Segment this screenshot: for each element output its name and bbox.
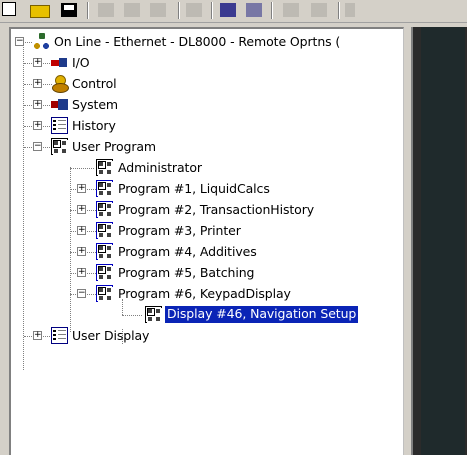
- tree-item-io[interactable]: + I/O: [11, 53, 391, 73]
- search-icon[interactable]: [283, 3, 299, 17]
- download-icon[interactable]: [220, 3, 236, 17]
- control-icon: [51, 75, 69, 93]
- search-next-icon[interactable]: [311, 3, 327, 17]
- toolbar-separator: [211, 2, 213, 19]
- network-icon: [33, 33, 50, 50]
- editor-pane-content: [421, 27, 465, 455]
- program-icon: [96, 201, 113, 218]
- program-icon: [145, 306, 162, 323]
- tree-item-label: System: [72, 97, 119, 112]
- expand-icon[interactable]: +: [77, 205, 86, 214]
- tree-item-label: Program #3, Printer: [118, 223, 241, 238]
- program-icon: [96, 243, 113, 260]
- tree-item-program-3[interactable]: + Program #3, Printer: [11, 221, 391, 241]
- program-icon: [96, 180, 113, 197]
- paste-icon[interactable]: [150, 3, 166, 17]
- copy-icon[interactable]: [124, 3, 140, 17]
- tree-root-label: On Line - Ethernet - DL8000 - Remote Opr…: [54, 34, 341, 49]
- expand-icon[interactable]: +: [33, 331, 42, 340]
- tree-item-program-5[interactable]: + Program #5, Batching: [11, 263, 391, 283]
- expand-icon[interactable]: +: [33, 79, 42, 88]
- tree-item-program-1[interactable]: + Program #1, LiquidCalcs: [11, 179, 391, 199]
- collapse-icon[interactable]: −: [77, 289, 86, 298]
- expand-icon[interactable]: +: [77, 184, 86, 193]
- tree-guide-line: [25, 42, 32, 43]
- tree-item-label: Program #5, Batching: [118, 265, 255, 280]
- tree-item-program-4[interactable]: + Program #4, Additives: [11, 242, 391, 262]
- tree-item-label: User Display: [72, 328, 150, 343]
- tree-item-label-selected: Display #46, Navigation Setup: [165, 306, 359, 323]
- tree-guide-line: [122, 299, 123, 315]
- tree-item-program-6[interactable]: − Program #6, KeypadDisplay: [11, 284, 391, 304]
- expand-icon[interactable]: +: [33, 58, 42, 67]
- tree-item-user-program[interactable]: − User Program: [11, 137, 391, 157]
- tree-item-system[interactable]: + System: [11, 95, 391, 115]
- collapse-icon[interactable]: −: [15, 37, 24, 46]
- toolbar-separator: [178, 2, 180, 19]
- tree-item-label: User Program: [72, 139, 157, 154]
- variable-icon[interactable]: [345, 3, 355, 17]
- editor-pane[interactable]: [411, 27, 467, 455]
- tree-item-user-display[interactable]: + User Display: [11, 326, 391, 346]
- tree-item-administrator[interactable]: Administrator: [11, 158, 391, 178]
- toolbar-separator: [87, 2, 89, 19]
- tree-item-label: Control: [72, 76, 117, 91]
- tree-guide-line: [70, 168, 94, 169]
- program-icon: [96, 264, 113, 281]
- tree-item-control[interactable]: + Control: [11, 74, 391, 94]
- compile-icon[interactable]: [246, 3, 262, 17]
- program-icon: [51, 138, 68, 155]
- print-icon[interactable]: [186, 3, 202, 17]
- system-icon: [51, 96, 68, 113]
- display-icon: [51, 327, 68, 344]
- toolbar-separator: [338, 2, 340, 19]
- program-icon: [96, 285, 113, 302]
- program-icon: [96, 159, 113, 176]
- program-icon: [96, 222, 113, 239]
- tree-item-label: Program #2, TransactionHistory: [118, 202, 315, 217]
- expand-icon[interactable]: +: [33, 100, 42, 109]
- tree-item-history[interactable]: + History: [11, 116, 391, 136]
- tree-item-label: Program #6, KeypadDisplay: [118, 286, 291, 301]
- tree-item-display-46[interactable]: Display #46, Navigation Setup: [11, 299, 401, 325]
- save-disk-icon[interactable]: [61, 1, 77, 19]
- expand-icon[interactable]: +: [77, 226, 86, 235]
- expand-icon[interactable]: +: [77, 268, 86, 277]
- tree-item-program-2[interactable]: + Program #2, TransactionHistory: [11, 200, 391, 220]
- tree-view[interactable]: − On Line - Ethernet - DL8000 - Remote O…: [9, 27, 404, 455]
- new-icon[interactable]: [2, 2, 16, 16]
- expand-icon[interactable]: +: [77, 247, 86, 256]
- toolbar-separator: [271, 2, 273, 19]
- collapse-icon[interactable]: −: [33, 142, 42, 151]
- io-icon: [51, 54, 68, 71]
- tree-item-label: History: [72, 118, 116, 133]
- history-icon: [51, 117, 68, 134]
- open-folder-icon[interactable]: [30, 1, 50, 19]
- tree-item-label: Program #1, LiquidCalcs: [118, 181, 270, 196]
- tree-item-label: Administrator: [118, 160, 202, 175]
- tree-guide-line: [122, 315, 142, 316]
- tree-item-label: Program #4, Additives: [118, 244, 257, 259]
- cut-icon[interactable]: [98, 3, 114, 17]
- tree-root[interactable]: − On Line - Ethernet - DL8000 - Remote O…: [11, 32, 401, 52]
- expand-icon[interactable]: +: [33, 121, 42, 130]
- tree-item-label: I/O: [72, 55, 90, 70]
- toolbar: [0, 0, 467, 23]
